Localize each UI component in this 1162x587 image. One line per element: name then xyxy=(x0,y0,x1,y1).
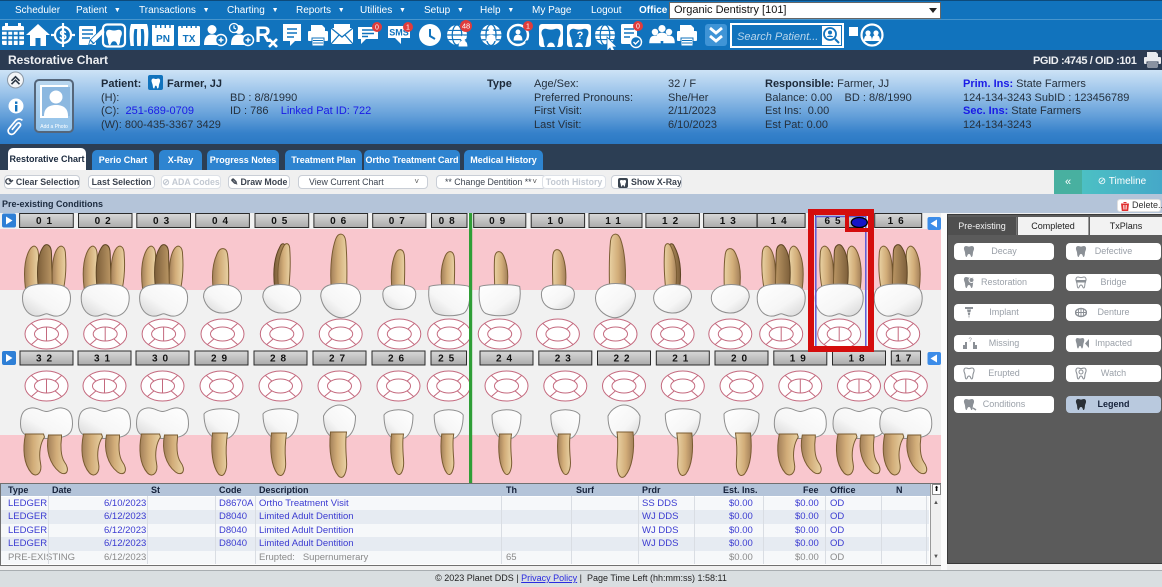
svg-text:25: 25 xyxy=(438,354,459,365)
svg-text:04: 04 xyxy=(212,216,233,227)
svg-text:Search Patient...: Search Patient... xyxy=(737,31,818,43)
svg-text:09: 09 xyxy=(489,216,510,227)
svg-text:13: 13 xyxy=(720,216,741,227)
svg-text:22: 22 xyxy=(613,354,634,365)
svg-text:0: 0 xyxy=(636,24,640,31)
svg-text:32: 32 xyxy=(36,354,57,365)
svg-text:11: 11 xyxy=(605,216,626,227)
svg-text:24: 24 xyxy=(496,354,517,365)
svg-text:?: ? xyxy=(969,338,973,344)
svg-text:PN: PN xyxy=(156,34,170,45)
svg-text:R: R xyxy=(255,22,271,47)
svg-text:0: 0 xyxy=(375,25,379,32)
svg-text:12: 12 xyxy=(662,216,683,227)
svg-text:05: 05 xyxy=(271,216,292,227)
svg-text:29: 29 xyxy=(211,354,232,365)
svg-text:31: 31 xyxy=(94,354,115,365)
svg-text:06: 06 xyxy=(330,216,351,227)
svg-text:30: 30 xyxy=(152,354,173,365)
svg-text:07: 07 xyxy=(389,216,410,227)
svg-text:1: 1 xyxy=(406,25,410,32)
svg-text:21: 21 xyxy=(672,354,693,365)
svg-text:48: 48 xyxy=(462,22,470,31)
svg-text:26: 26 xyxy=(388,354,409,365)
svg-text:02: 02 xyxy=(95,216,116,227)
svg-text:10: 10 xyxy=(547,216,568,227)
svg-text:TX: TX xyxy=(183,34,196,45)
svg-text:16: 16 xyxy=(888,216,909,227)
svg-text:03: 03 xyxy=(153,216,174,227)
svg-text:18: 18 xyxy=(848,354,869,365)
svg-text:08: 08 xyxy=(439,216,460,227)
svg-text:27: 27 xyxy=(329,354,350,365)
svg-text:01: 01 xyxy=(36,216,57,227)
svg-text:23: 23 xyxy=(555,354,576,365)
svg-text:28: 28 xyxy=(270,354,291,365)
svg-text:?: ? xyxy=(577,30,584,42)
svg-text:19: 19 xyxy=(790,354,811,365)
svg-text:$: $ xyxy=(59,28,67,43)
svg-text:20: 20 xyxy=(731,354,752,365)
svg-text:1: 1 xyxy=(526,24,530,31)
svg-text:14: 14 xyxy=(771,216,792,227)
svg-text:17: 17 xyxy=(895,354,916,365)
